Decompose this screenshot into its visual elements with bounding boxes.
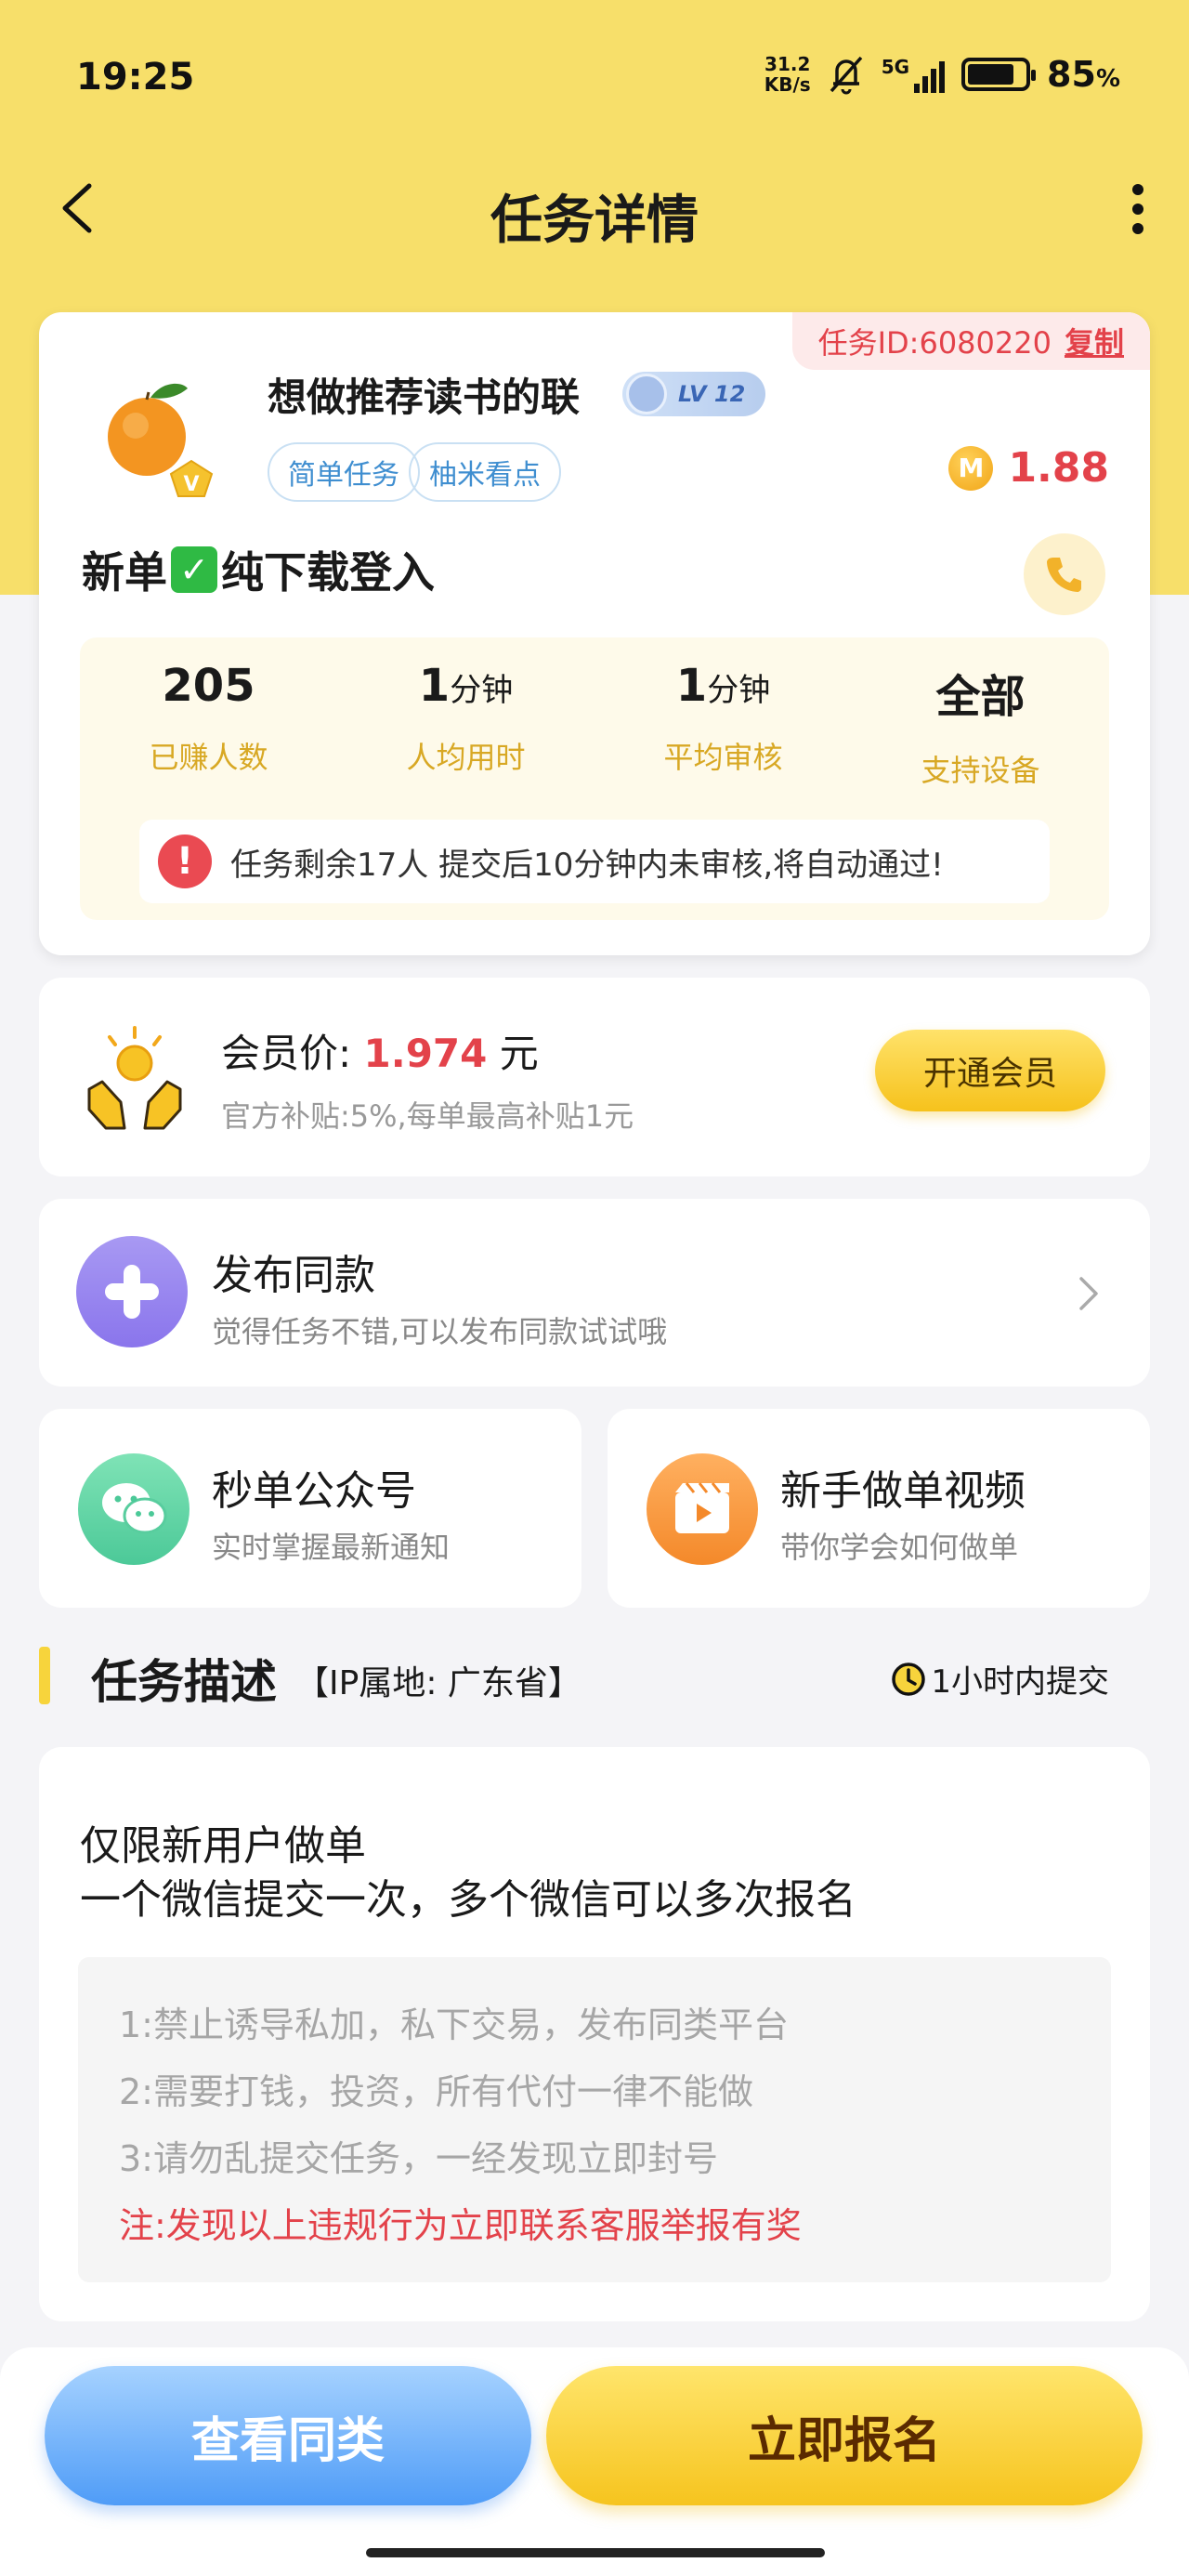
rule-item: 3:请勿乱提交任务，一经发现立即封号 [119,2138,718,2179]
task-notice: ! 任务剩余17人 提交后10分钟内未审核,将自动通过! [139,820,1050,903]
publish-same-subtitle: 觉得任务不错,可以发布同款试试哦 [212,1314,668,1349]
task-title: 新单 ✓ 纯下载登入 [82,546,435,598]
rule-item: 2:需要打钱，投资，所有代付一律不能做 [119,2071,753,2112]
video-icon [647,1453,758,1565]
more-vertical-icon[interactable] [1124,177,1152,242]
publisher-avatar[interactable]: V [78,361,223,506]
tag-youmi[interactable]: 柚米看点 [409,442,561,502]
task-id: 任务ID:6080220 [817,325,1052,361]
signal-icon: 5G [882,56,946,93]
rules-box: 1:禁止诱导私加，私下交易，发布同类平台 2:需要打钱，投资，所有代付一律不能做… [78,1957,1111,2282]
tutorial-video-card[interactable]: 新手做单视频 带你学会如何做单 [608,1409,1150,1608]
submit-deadline: 1小时内提交 [890,1656,1109,1702]
phone-icon [1047,558,1081,592]
page-title: 任务详情 [490,191,699,251]
report-warning: 注:发现以上违规行为立即联系客服举报有奖 [119,2205,802,2246]
wechat-official-card[interactable]: 秒单公众号 实时掌握最新通知 [39,1409,581,1608]
svg-text:V: V [183,473,199,496]
copy-button[interactable]: 复制 [1065,320,1124,362]
wechat-icon [78,1453,189,1565]
battery-icon [961,58,1037,91]
sign-up-button[interactable]: 立即报名 [546,2366,1143,2505]
publish-same-card[interactable]: 发布同款 觉得任务不错,可以发布同款试试哦 [39,1199,1150,1387]
mute-icon [830,56,863,95]
member-price-card: 会员价: 1.974 元 官方补贴:5%,每单最高补贴1元 开通会员 [39,978,1150,1176]
contact-phone-button[interactable] [1024,533,1105,615]
publisher-name: 想做推荐读书的联 [268,375,581,420]
status-bar: 19:25 31.2 KB/s 5G 85% [0,0,1189,158]
open-membership-button[interactable]: 开通会员 [875,1030,1105,1111]
video-title: 新手做单视频 [780,1467,1026,1515]
member-subsidy: 官方补贴:5%,每单最高补贴1元 [221,1098,634,1134]
plus-icon [76,1236,188,1347]
battery-percent: 85% [1047,54,1120,95]
publish-same-title: 发布同款 [212,1252,375,1299]
stat-devices: 全部 支持设备 [921,671,1040,788]
warning-icon: ! [158,835,212,888]
video-subtitle: 带你学会如何做单 [780,1530,1019,1565]
task-id-badge: 任务ID:6080220 复制 [791,312,1150,370]
chevron-right-icon [1079,1277,1098,1310]
home-indicator[interactable] [366,2548,825,2557]
reward-amount: 1.88 [1008,444,1109,492]
description-line: 仅限新用户做单 [80,1822,366,1870]
task-info-card: 任务ID:6080220 复制 V 想做推荐读书的联 LV 12 简单任务 柚米… [39,312,1150,955]
member-price: 1.974 [363,1031,488,1076]
section-accent-bar [39,1647,50,1704]
app-header: 任务详情 [0,158,1189,260]
vip-badge-icon: V [169,459,214,497]
stat-avg-review: 1分钟 平均审核 [663,660,783,775]
level-medal-icon [626,374,667,414]
view-similar-button[interactable]: 查看同类 [45,2366,531,2505]
member-price-title: 会员价: 1.974 元 [221,1031,539,1076]
coin-icon: M [948,445,994,491]
wechat-title: 秒单公众号 [212,1467,416,1515]
description-title: 任务描述 [91,1655,277,1709]
wechat-subtitle: 实时掌握最新通知 [212,1530,451,1565]
coin-hands-icon [87,1026,182,1130]
stat-avg-time: 1分钟 人均用时 [406,660,526,775]
bottom-action-bar: 查看同类 立即报名 [0,2347,1189,2576]
level-badge: LV 12 [622,372,765,416]
status-indicators: 31.2 KB/s 5G 85% [764,54,1120,95]
clock-icon [892,1662,926,1696]
task-stats: 205 已赚人数 1分钟 人均用时 1分钟 平均审核 全部 支持设备 ! 任务剩… [80,637,1109,920]
net-speed: 31.2 KB/s [764,53,811,96]
tag-simple-task[interactable]: 简单任务 [268,442,420,502]
stat-earned-count: 205 已赚人数 [149,660,268,775]
task-reward: M 1.88 [948,444,1109,492]
description-line: 一个微信提交一次，多个微信可以多次报名 [80,1876,856,1924]
ip-location: 【IP属地: 广东省】 [295,1664,581,1702]
description-card: 仅限新用户做单 一个微信提交一次，多个微信可以多次报名 1:禁止诱导私加，私下交… [39,1747,1150,2321]
check-mark-icon: ✓ [171,546,217,593]
rule-item: 1:禁止诱导私加，私下交易，发布同类平台 [119,2004,789,2045]
status-time: 19:25 [76,56,195,99]
